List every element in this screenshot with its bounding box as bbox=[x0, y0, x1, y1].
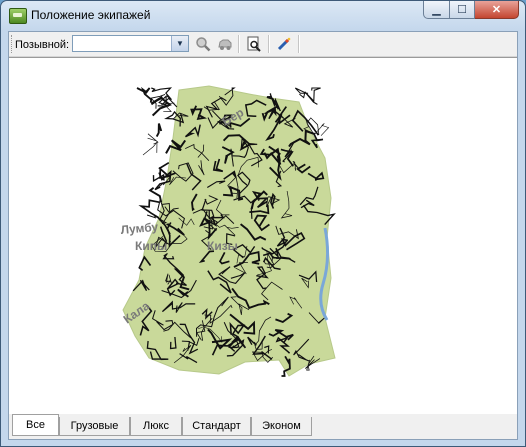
toolbar-grip[interactable] bbox=[11, 35, 14, 53]
minimize-icon: ▁ bbox=[432, 4, 441, 16]
chevron-down-icon: ▼ bbox=[176, 39, 184, 48]
tab-label: Все bbox=[26, 419, 45, 431]
tab-all[interactable]: Все bbox=[12, 414, 59, 436]
toolbar: Позывной: ▼ bbox=[9, 32, 517, 57]
maximize-button[interactable]: ☐ bbox=[450, 1, 475, 19]
caption-buttons: ▁ ☐ ✕ bbox=[423, 1, 519, 19]
toolbar-separator bbox=[298, 35, 300, 53]
map-view[interactable]: Лумбу Кипы Кизы Бер Кала bbox=[9, 57, 517, 414]
search-zoom-button[interactable] bbox=[193, 35, 213, 53]
road bbox=[136, 86, 153, 103]
app-icon bbox=[9, 8, 27, 24]
client-area: Позывной: ▼ Лумбу Кипы Кизы Бер Кала Все… bbox=[8, 31, 518, 440]
minimize-button[interactable]: ▁ bbox=[423, 1, 450, 19]
tab-cargo[interactable]: Грузовые bbox=[59, 417, 130, 436]
close-button[interactable]: ✕ bbox=[475, 1, 519, 19]
print-preview-icon bbox=[247, 36, 261, 52]
tab-label: Грузовые bbox=[70, 420, 119, 432]
toolbar-separator bbox=[238, 35, 240, 53]
title-bar[interactable]: Положение экипажей ▁ ☐ ✕ bbox=[1, 1, 525, 29]
map-place-label: Кипы bbox=[135, 239, 167, 253]
wand-settings-button[interactable] bbox=[274, 35, 294, 53]
callsign-input[interactable] bbox=[74, 36, 172, 51]
locate-car-button[interactable] bbox=[215, 35, 235, 53]
vehicle-class-tabs: Все Грузовые Люкс Стандарт Эконом bbox=[9, 414, 517, 439]
road bbox=[142, 141, 158, 156]
road bbox=[304, 87, 321, 105]
tab-label: Стандарт bbox=[192, 420, 241, 432]
tab-label: Эконом bbox=[262, 420, 301, 432]
callsign-dropdown-button[interactable]: ▼ bbox=[171, 36, 188, 51]
wand-settings-icon bbox=[277, 37, 291, 51]
region-map[interactable]: ЛумбуКипы КизыБерКала bbox=[9, 58, 517, 414]
print-preview-button[interactable] bbox=[244, 35, 264, 53]
road bbox=[155, 123, 163, 138]
tab-economy[interactable]: Эконом bbox=[251, 417, 312, 436]
callsign-label: Позывной: bbox=[15, 39, 70, 51]
tab-lux[interactable]: Люкс bbox=[130, 417, 182, 436]
app-window: Положение экипажей ▁ ☐ ✕ Позывной: ▼ Лум… bbox=[0, 0, 526, 447]
maximize-icon: ☐ bbox=[457, 4, 467, 16]
toolbar-separator bbox=[268, 35, 270, 53]
locate-car-icon bbox=[218, 39, 232, 50]
close-icon: ✕ bbox=[491, 4, 502, 16]
tab-standard[interactable]: Стандарт bbox=[182, 417, 251, 436]
map-place-label: Кизы bbox=[207, 239, 238, 253]
window-title: Положение экипажей bbox=[31, 8, 151, 22]
callsign-combobox[interactable]: ▼ bbox=[72, 35, 189, 52]
tab-label: Люкс bbox=[143, 420, 169, 432]
search-zoom-icon bbox=[196, 37, 211, 52]
